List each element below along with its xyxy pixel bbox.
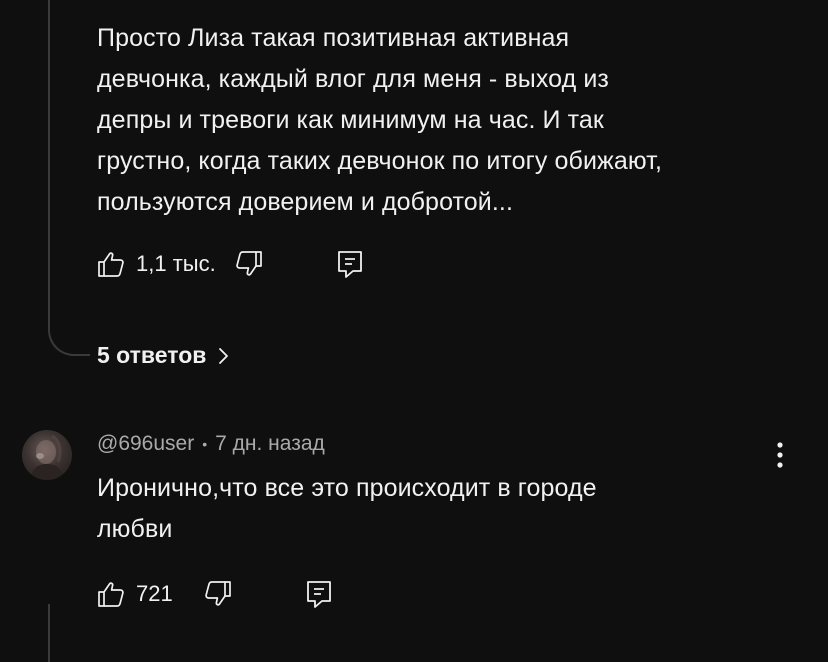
- thumbs-down-icon[interactable]: [203, 579, 233, 609]
- comment-actions: 1,1 тыс.: [96, 244, 364, 284]
- avatar[interactable]: [22, 430, 72, 480]
- thumbs-down-icon[interactable]: [234, 249, 264, 279]
- comment-text: Иронично,что все это происходит в городе…: [97, 474, 597, 543]
- thumbs-up-icon[interactable]: [96, 579, 126, 609]
- comment-meta: @696user • 7 дн. назад: [97, 432, 325, 456]
- reply-comment-icon[interactable]: [305, 579, 333, 609]
- more-vertical-icon: [770, 440, 790, 470]
- meta-separator: •: [202, 436, 208, 452]
- thread-line-bottom: [48, 604, 50, 662]
- thumbs-up-icon[interactable]: [96, 249, 126, 279]
- comment-actions: 721: [96, 574, 333, 614]
- author-handle[interactable]: @696user: [97, 432, 194, 456]
- like-count: 1,1 тыс.: [136, 251, 216, 276]
- like-count: 721: [136, 581, 173, 606]
- replies-toggle-button[interactable]: 5 ответов: [97, 342, 230, 369]
- timestamp[interactable]: 7 дн. назад: [215, 432, 325, 456]
- replies-count-label: 5 ответов: [97, 342, 207, 368]
- thread-line-curve: [48, 290, 90, 356]
- comment-text: Просто Лиза такая позитивная активная де…: [97, 24, 662, 216]
- thread-line-top: [48, 0, 50, 300]
- reply-comment-icon[interactable]: [336, 249, 364, 279]
- chevron-right-icon: [218, 346, 230, 366]
